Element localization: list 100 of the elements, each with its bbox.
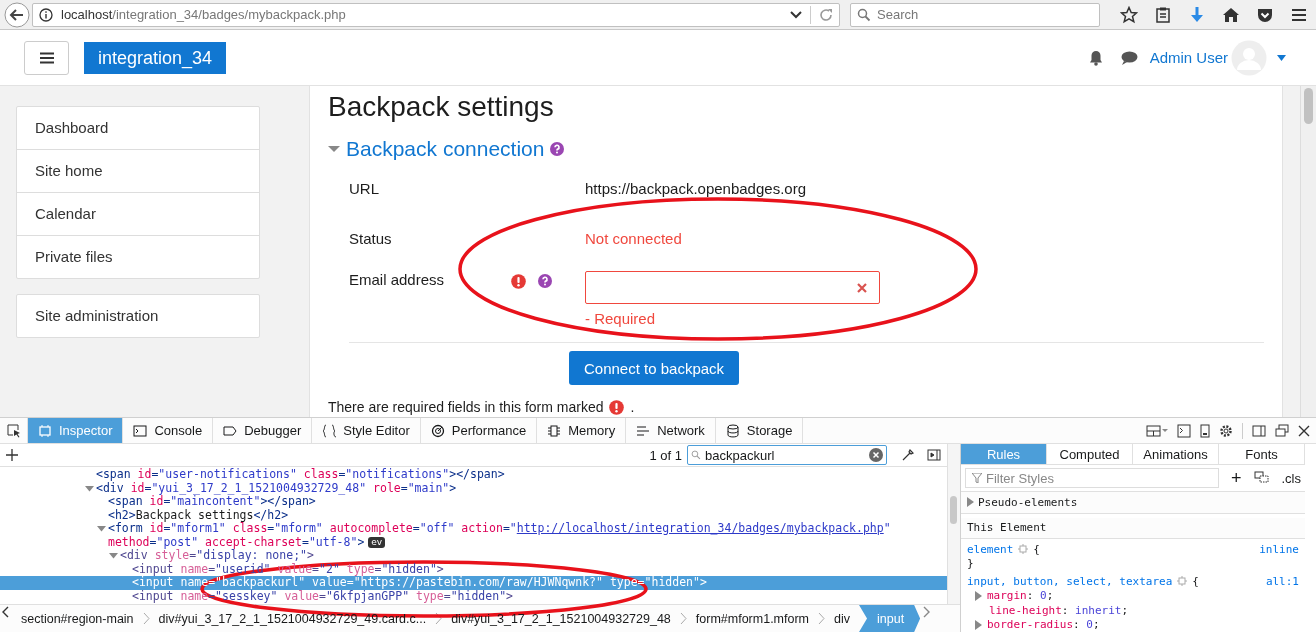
windows-icon[interactable] [1275,423,1289,438]
scrollbar[interactable] [947,444,960,604]
info-icon[interactable] [39,7,53,22]
code-line[interactable]: <span id="user-notifications" class="notifications"></span> [96,468,505,482]
rule-selector[interactable]: input, button, select, textarea [967,574,1173,588]
class-toggle-button[interactable]: .cls [1281,470,1301,486]
pseudo-elements-toggle[interactable]: Pseudo-elements [978,495,1078,509]
breadcrumb[interactable]: section#region-main [12,605,143,632]
collapse-icon[interactable] [328,144,340,154]
code-line[interactable]: <span id="maincontent"></span> [108,495,316,509]
sidebar-tab[interactable]: Computed [1047,444,1133,465]
rule-selector[interactable]: element [967,542,1014,556]
note-period: . [630,400,635,415]
error-message: - Required [585,310,657,327]
email-field[interactable] [585,271,880,304]
help-icon[interactable] [538,274,552,288]
scrollbar[interactable] [1300,86,1316,417]
section-title[interactable]: Backpack connection [346,137,545,161]
devtools-tab[interactable]: Network [626,418,716,443]
expand-toggle-icon[interactable] [109,551,118,561]
clear-icon[interactable] [869,448,883,462]
element-picker-icon[interactable] [6,423,21,438]
page-title: Backpack settings [328,90,555,124]
user-name-link[interactable]: Admin User [1149,49,1228,66]
breadcrumb[interactable]: form#mform1.mform [686,605,819,632]
css-declaration[interactable]: border-radius: 0; [987,618,1100,632]
expand-toggle-icon[interactable] [967,495,974,510]
code-line[interactable]: <form id="mform1" class="mform" autocomplete="off" action="http://localhost/integration_34/badges/mybackpack.php" [108,522,891,536]
sidebar-tab[interactable]: Animations [1133,444,1219,465]
menu-button[interactable] [24,40,69,75]
clear-icon[interactable] [857,282,867,293]
code-line[interactable]: <h2>Backpack settings</h2> [108,508,289,522]
brace: { [1033,542,1040,556]
star-icon[interactable] [1120,5,1138,24]
phone-icon[interactable] [1200,423,1210,438]
code-line[interactable]: method="post" accept-charset="utf-8"> [108,535,365,549]
expand-toggle-icon[interactable] [85,483,94,493]
back-icon[interactable] [4,1,30,28]
sidebar-toggle-icon[interactable] [927,448,941,462]
expand-toggle-icon[interactable] [97,524,106,534]
nav-item[interactable]: Private files [17,235,259,278]
breadcrumb[interactable]: div#yui_3_17_2_1_1521004932729_48 [442,605,680,632]
bell-icon[interactable] [1088,49,1103,66]
home-icon[interactable] [1222,5,1240,24]
rule-source-link[interactable]: all:1 [1265,574,1299,588]
filter-icon [972,473,982,484]
connect-button[interactable]: Connect to backpack [569,351,740,385]
search-icon [857,7,871,22]
breadcrumb[interactable]: div [825,605,859,632]
caret-icon[interactable] [1277,54,1286,61]
expand-toggle-icon[interactable] [975,590,982,601]
devtools-tab[interactable]: Console [123,418,214,443]
search-field[interactable]: Search [850,2,1100,27]
reload-icon[interactable] [819,7,833,22]
add-node-icon[interactable] [6,448,18,462]
event-badge[interactable]: ev [368,536,386,548]
filter-field[interactable]: Filter Styles [965,468,1219,489]
match-count: 1 of 1 [649,447,682,463]
rule-source-link[interactable]: inline [1259,542,1299,556]
site-name-link[interactable]: integration_34 [84,41,227,74]
sidebar-tab[interactable]: Fonts [1219,444,1305,465]
nav-item[interactable]: Calendar [17,192,259,235]
code-line[interactable]: <div style="display: none;"> [120,549,314,563]
pseudo-class-icon[interactable] [1253,471,1270,486]
nav-item[interactable]: Dashboard [17,107,259,149]
chat-icon[interactable] [1120,50,1138,65]
code-line[interactable]: <input name="backpackurl" value="https://pastebin.com/raw/HJWNqwnk?" type="hidden"> [132,576,707,590]
breadcrumb[interactable]: div#yui_3_17_2_1_1521004932729_49.card.c... [149,605,436,632]
settings-icon[interactable] [1219,423,1233,438]
devtools-tab[interactable]: Performance [420,418,538,443]
download-icon[interactable] [1188,5,1206,24]
section-header: This Element [967,521,1047,535]
address-bar[interactable]: localhost/integration_34/badges/mybackpack.php [32,2,840,27]
devtools-tab[interactable]: Style Editor [312,418,421,443]
dropdown-caret-icon[interactable] [790,10,802,19]
help-icon[interactable] [550,142,565,156]
add-rule-button[interactable]: + [1231,467,1242,489]
layout-icon[interactable] [1146,423,1168,438]
code-line[interactable]: <div id="yui_3_17_2_1_1521004932729_48" role="main"> [96,481,457,495]
code-line[interactable]: <input name="sesskey" value="6kfpjanGPP" type="hidden"> [132,589,513,603]
menu-icon [39,51,54,64]
close-icon[interactable] [1298,423,1310,438]
devtools-tab[interactable]: Storage [715,418,804,443]
code-line[interactable]: <input name="userid" value="2" type="hidden"> [132,562,444,576]
search-field[interactable]: backpackurl [687,445,887,465]
brace: { [1192,574,1199,588]
css-declaration[interactable]: line-height: inherit; [989,603,1129,617]
css-declaration[interactable]: margin: 0; [987,589,1054,603]
eyedropper-icon[interactable] [901,448,915,462]
terminal-icon [133,423,148,438]
required-note: There are required fields in this form marked [328,400,604,415]
nav-item[interactable]: Site home [17,149,259,192]
console-icon[interactable] [1177,423,1191,438]
devtools-tab[interactable]: Memory [537,418,627,443]
dock-side-icon[interactable] [1252,423,1266,438]
devtools-tab[interactable]: Debugger [213,418,313,443]
url-text: localhost/integration_34/badges/mybackpack.php [61,7,347,22]
clipboard-icon[interactable] [1154,5,1172,24]
expand-toggle-icon[interactable] [975,619,982,630]
nav-item[interactable]: Site administration [17,295,259,337]
